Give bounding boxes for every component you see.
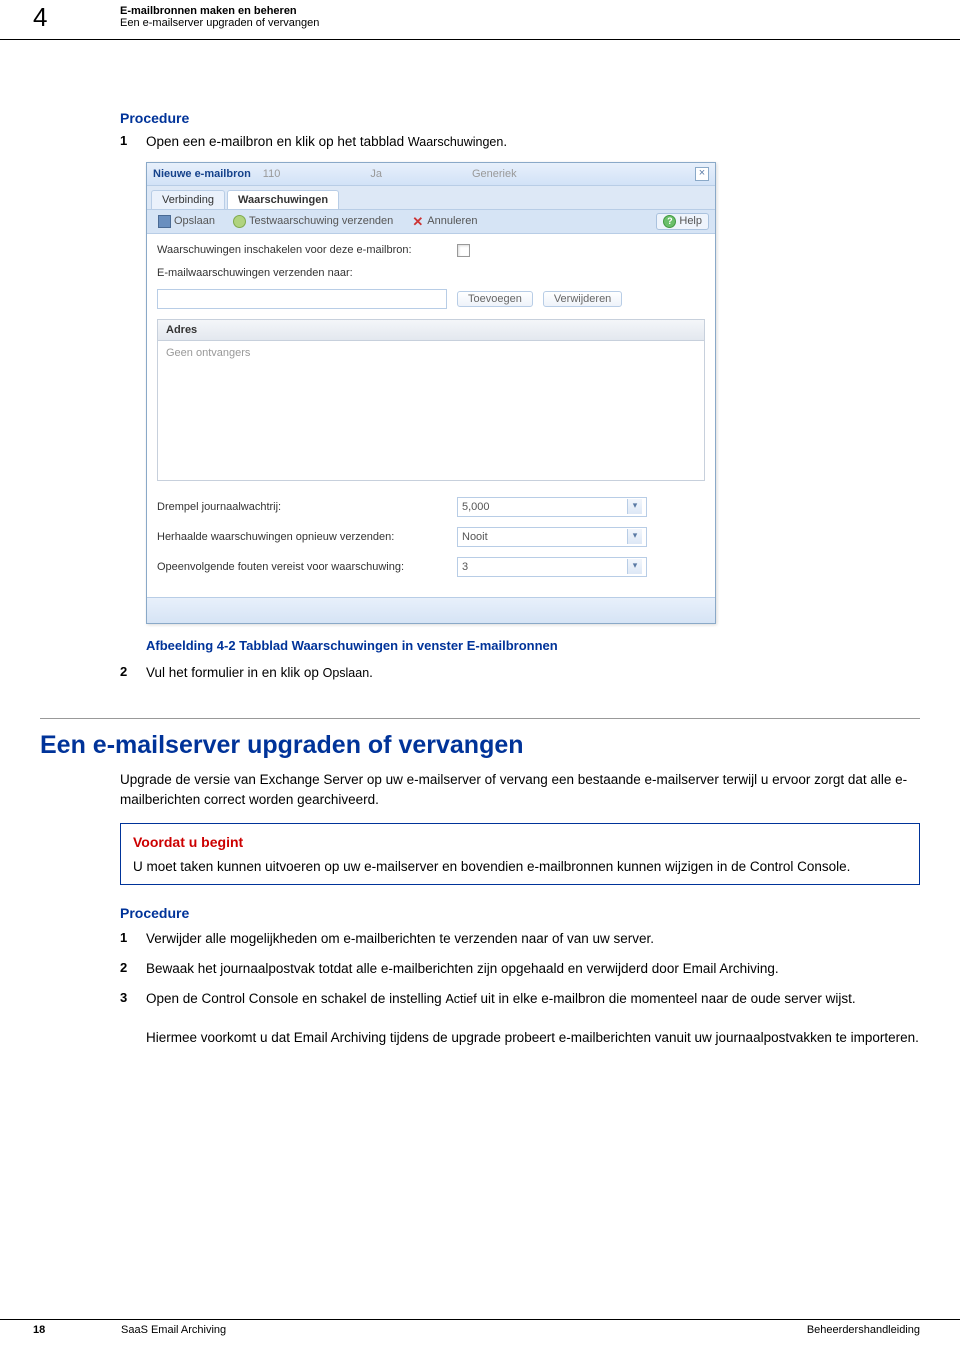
- sendto-input[interactable]: [157, 289, 447, 309]
- window-ghost-text: 110 Ja Generiek: [263, 168, 517, 180]
- enable-warnings-label: Waarschuwingen inschakelen voor deze e-m…: [157, 244, 447, 256]
- save-label: Opslaan: [174, 215, 215, 227]
- journal-threshold-value: 5,000: [462, 501, 490, 513]
- section-title: Een e-mailserver upgraden of vervangen: [40, 731, 920, 760]
- procedure-step-1: 1 Open een e-mailbron en klik op het tab…: [120, 132, 920, 152]
- step-number: 2: [120, 959, 146, 978]
- resend-value: Nooit: [462, 531, 488, 543]
- save-icon: [158, 215, 171, 228]
- header-rule: [0, 39, 960, 40]
- step-text: Vul het formulier in en klik op Opslaan.: [146, 663, 920, 683]
- sendto-input-row: Toevoegen Verwijderen: [157, 289, 705, 309]
- window-footer: [147, 597, 715, 623]
- send-test-label: Testwaarschuwing verzenden: [249, 215, 393, 227]
- chevron-down-icon: ▾: [627, 499, 642, 514]
- step-number: 3: [120, 989, 146, 1008]
- cancel-button[interactable]: ✕ Annuleren: [406, 213, 482, 229]
- procedure-list-1: 1 Open een e-mailbron en klik op het tab…: [120, 132, 920, 152]
- resend-row: Herhaalde waarschuwingen opnieuw verzend…: [157, 527, 705, 547]
- procedure-heading: Procedure: [120, 110, 920, 126]
- resend-select[interactable]: Nooit ▾: [457, 527, 647, 547]
- ui-term: Opslaan: [323, 666, 370, 680]
- journal-threshold-row: Drempel journaalwachtrij: 5,000 ▾: [157, 497, 705, 517]
- enable-warnings-checkbox[interactable]: [457, 244, 470, 257]
- consecutive-select[interactable]: 3 ▾: [457, 557, 647, 577]
- toolbar: Opslaan Testwaarschuwing verzenden ✕ Ann…: [147, 210, 715, 234]
- step-text: Open een e-mailbron en klik op het tabbl…: [146, 132, 920, 152]
- ui-term: Actief: [445, 992, 476, 1006]
- sendto-label: E-mailwaarschuwingen verzenden naar:: [157, 267, 367, 279]
- send-test-button[interactable]: Testwaarschuwing verzenden: [228, 213, 398, 230]
- help-icon: ?: [663, 215, 676, 228]
- page-footer: 18 SaaS Email Archiving Beheerdershandle…: [0, 1319, 960, 1336]
- infobox-title: Voordat u begint: [133, 832, 907, 852]
- add-button[interactable]: Toevoegen: [457, 291, 533, 307]
- close-icon[interactable]: ×: [695, 167, 709, 181]
- procedure-heading-2: Procedure: [120, 903, 920, 923]
- sendto-row: E-mailwaarschuwingen verzenden naar:: [157, 267, 705, 279]
- procedure-step-2: 2 Vul het formulier in en klik op Opslaa…: [120, 663, 920, 683]
- procedure2-step-1: 1 Verwijder alle mogelijkheden om e-mail…: [120, 929, 920, 949]
- resend-label: Herhaalde waarschuwingen opnieuw verzend…: [157, 531, 447, 543]
- chevron-down-icon: ▾: [627, 559, 642, 574]
- page-header: 4 E-mailbronnen maken en beheren Een e-m…: [0, 0, 960, 33]
- consecutive-row: Opeenvolgende fouten vereist voor waarsc…: [157, 557, 705, 577]
- before-you-begin-box: Voordat u begint U moet taken kunnen uit…: [120, 823, 920, 885]
- chevron-down-icon: ▾: [627, 529, 642, 544]
- consecutive-label: Opeenvolgende fouten vereist voor waarsc…: [157, 561, 447, 573]
- help-button[interactable]: ? Help: [656, 213, 709, 230]
- tab-warnings[interactable]: Waarschuwingen: [227, 190, 339, 209]
- figure-caption: Afbeelding 4-2 Tabblad Waarschuwingen in…: [146, 638, 920, 653]
- header-title-sub: Een e-mailserver upgraden of vervangen: [120, 17, 319, 29]
- procedure-list-1-cont: 2 Vul het formulier in en klik op Opslaa…: [120, 663, 920, 683]
- journal-threshold-select[interactable]: 5,000 ▾: [457, 497, 647, 517]
- procedure2-step-2: 2 Bewaak het journaalpostvak totdat alle…: [120, 959, 920, 979]
- step-number: 1: [120, 929, 146, 948]
- step-text: Bewaak het journaalpostvak totdat alle e…: [146, 959, 920, 979]
- enable-warnings-row: Waarschuwingen inschakelen voor deze e-m…: [157, 244, 705, 257]
- send-icon: [233, 215, 246, 228]
- journal-threshold-label: Drempel journaalwachtrij:: [157, 501, 447, 513]
- step-text: Open de Control Console en schakel de in…: [146, 989, 920, 1048]
- footer-left: SaaS Email Archiving: [121, 1324, 807, 1336]
- ui-term: Waarschuwingen: [408, 135, 503, 149]
- procedure-list-2: 1 Verwijder alle mogelijkheden om e-mail…: [120, 929, 920, 1047]
- address-panel-header: Adres: [157, 319, 705, 341]
- window-titlebar[interactable]: Nieuwe e-mailbron 110 Ja Generiek ×: [147, 163, 715, 186]
- chapter-number: 4: [0, 2, 120, 33]
- tab-connection[interactable]: Verbinding: [151, 190, 225, 209]
- section-divider: [40, 718, 920, 719]
- consecutive-value: 3: [462, 561, 468, 573]
- remove-button[interactable]: Verwijderen: [543, 291, 622, 307]
- step-extra: Hiermee voorkomt u dat Email Archiving t…: [146, 1030, 919, 1045]
- tab-strip: Verbinding Waarschuwingen: [147, 186, 715, 210]
- step-number: 1: [120, 132, 146, 151]
- app-window: Nieuwe e-mailbron 110 Ja Generiek × Verb…: [146, 162, 716, 624]
- cancel-icon: ✕: [411, 216, 424, 227]
- footer-right: Beheerdershandleiding: [807, 1324, 920, 1336]
- header-titles: E-mailbronnen maken en beheren Een e-mai…: [120, 2, 319, 29]
- save-button[interactable]: Opslaan: [153, 213, 220, 230]
- infobox-body: U moet taken kunnen uitvoeren op uw e-ma…: [133, 857, 907, 877]
- recipients-listbox[interactable]: Geen ontvangers: [157, 341, 705, 481]
- procedure2-step-3: 3 Open de Control Console en schakel de …: [120, 989, 920, 1048]
- step-number: 2: [120, 663, 146, 682]
- page-number: 18: [33, 1324, 121, 1336]
- header-title-main: E-mailbronnen maken en beheren: [120, 5, 319, 17]
- window-title: Nieuwe e-mailbron: [153, 168, 251, 180]
- cancel-label: Annuleren: [427, 215, 477, 227]
- help-label: Help: [679, 215, 702, 227]
- section-intro: Upgrade de versie van Exchange Server op…: [120, 770, 920, 809]
- step-text: Verwijder alle mogelijkheden om e-mailbe…: [146, 929, 920, 949]
